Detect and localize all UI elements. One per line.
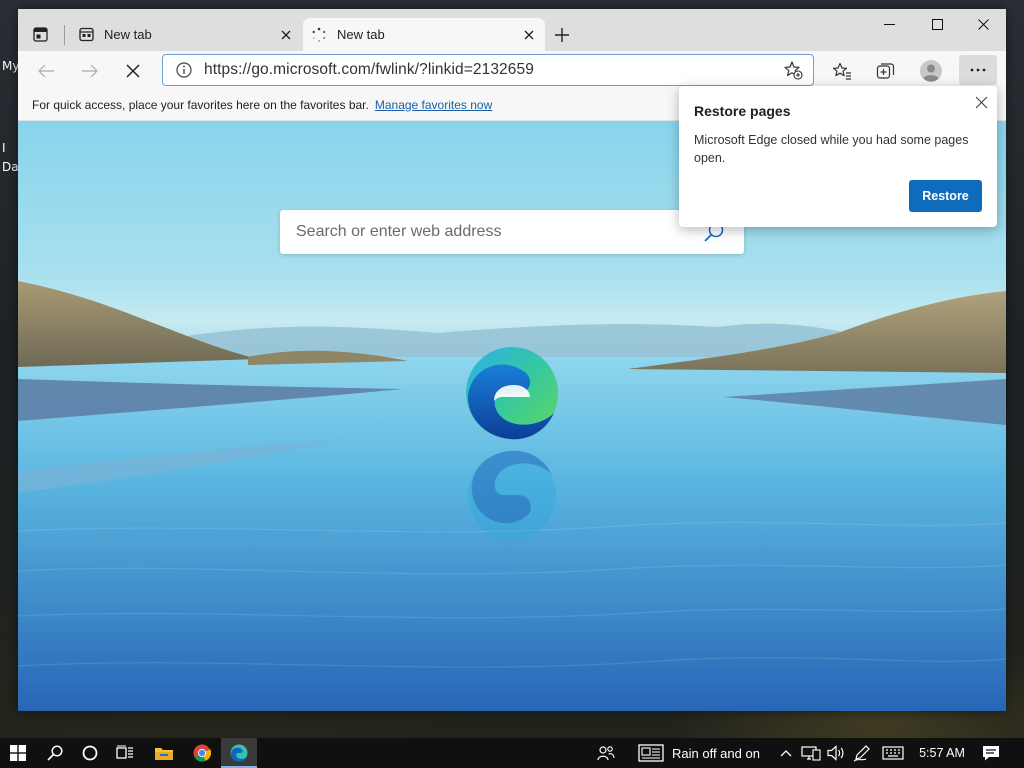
- tab-actions-button[interactable]: [30, 24, 50, 44]
- close-window-button[interactable]: [960, 9, 1006, 39]
- volume-button[interactable]: [824, 738, 848, 768]
- clock-button[interactable]: 5:57 AM: [912, 738, 972, 768]
- tab-actions-icon: [32, 26, 48, 42]
- new-tab-page-icon: [78, 27, 94, 43]
- forward-arrow-icon: [82, 64, 98, 78]
- chevron-up-icon: [780, 750, 792, 757]
- dialog-title: Restore pages: [694, 103, 791, 119]
- maximize-icon: [931, 18, 943, 30]
- favorites-bar-message: For quick access, place your favorites h…: [32, 97, 369, 112]
- cortana-button[interactable]: [73, 738, 107, 768]
- pen-icon: [853, 745, 870, 762]
- favorites-list-icon: [832, 62, 851, 80]
- edge-icon: [230, 744, 248, 762]
- avatar-icon: [920, 60, 942, 82]
- people-icon: [597, 746, 615, 761]
- toolbar: https://go.microsoft.com/fwlink/?linkid=…: [18, 51, 1006, 89]
- address-bar[interactable]: https://go.microsoft.com/fwlink/?linkid=…: [162, 54, 814, 86]
- taskbar-search-button[interactable]: [38, 738, 72, 768]
- network-icon: [801, 746, 821, 761]
- pen-workspace-button[interactable]: [850, 738, 874, 768]
- more-dots-icon: [970, 68, 986, 72]
- task-view-icon: [116, 745, 133, 759]
- file-explorer-icon: [155, 748, 173, 760]
- tab-label: New tab: [337, 27, 385, 42]
- collections-button[interactable]: [870, 55, 902, 87]
- loading-spinner-icon: [311, 27, 327, 43]
- dialog-message: Microsoft Edge closed while you had some…: [694, 133, 969, 165]
- desktop-icon-label[interactable]: I: [2, 141, 6, 155]
- start-icon: [10, 745, 26, 761]
- tab-close-button[interactable]: [517, 23, 541, 47]
- network-button[interactable]: [798, 738, 824, 768]
- taskbar: Rain off and on 5:57 AM: [0, 738, 1024, 768]
- desktop-icon-label[interactable]: Da: [2, 160, 19, 174]
- tab-close-button[interactable]: [274, 23, 298, 47]
- restore-button[interactable]: Restore: [909, 180, 982, 212]
- tab-new-tab-2[interactable]: New tab: [303, 18, 545, 51]
- minimize-button[interactable]: [866, 9, 912, 39]
- stop-icon: [126, 64, 140, 78]
- dialog-close-button[interactable]: [971, 92, 991, 112]
- settings-more-button[interactable]: [959, 55, 997, 85]
- collections-icon: [876, 63, 895, 79]
- people-button[interactable]: [594, 738, 618, 768]
- add-favorite-button[interactable]: [779, 56, 807, 84]
- close-icon: [281, 30, 291, 39]
- plus-icon: [555, 28, 569, 42]
- action-center-button[interactable]: [978, 738, 1004, 768]
- site-info-icon[interactable]: [175, 61, 193, 79]
- desktop-icon-label[interactable]: My: [2, 59, 19, 73]
- back-button[interactable]: [30, 55, 62, 87]
- notification-icon: [983, 746, 999, 761]
- search-box[interactable]: [280, 210, 744, 254]
- keyboard-icon: [882, 746, 904, 760]
- search-input[interactable]: [280, 223, 694, 241]
- tab-strip: New tab New tab: [18, 9, 1006, 51]
- minimize-icon: [883, 23, 895, 25]
- manage-favorites-link[interactable]: Manage favorites now: [375, 98, 492, 112]
- touch-keyboard-button[interactable]: [878, 738, 908, 768]
- edge-button[interactable]: [221, 738, 257, 768]
- address-url[interactable]: https://go.microsoft.com/fwlink/?linkid=…: [204, 61, 779, 79]
- tab-new-tab-1[interactable]: New tab: [70, 18, 302, 51]
- start-button[interactable]: [0, 738, 36, 768]
- close-icon: [977, 18, 989, 30]
- cortana-icon: [82, 745, 98, 761]
- chrome-icon: [193, 744, 211, 762]
- file-explorer-button[interactable]: [146, 738, 182, 768]
- chrome-button[interactable]: [184, 738, 220, 768]
- close-icon: [524, 30, 534, 39]
- clock-time: 5:57 AM: [919, 746, 965, 760]
- weather-widget[interactable]: Rain off and on: [638, 738, 770, 768]
- maximize-button[interactable]: [914, 9, 960, 39]
- show-hidden-icons-button[interactable]: [776, 738, 796, 768]
- tab-label: New tab: [104, 27, 152, 42]
- profile-button[interactable]: [915, 55, 947, 87]
- volume-icon: [827, 745, 844, 761]
- task-view-button[interactable]: [108, 738, 142, 768]
- close-icon: [975, 96, 987, 108]
- edge-window: New tab New tab https://go.microsoft.com…: [18, 9, 1006, 711]
- tab-separator: [64, 25, 65, 45]
- new-tab-button[interactable]: [548, 22, 576, 48]
- weather-text: Rain off and on: [672, 745, 760, 761]
- back-arrow-icon: [38, 64, 54, 78]
- stop-loading-button[interactable]: [117, 55, 149, 87]
- search-icon: [47, 745, 63, 761]
- edge-logo-reflection-icon: [468, 450, 556, 539]
- restore-pages-dialog: Restore pages Microsoft Edge closed whil…: [679, 86, 997, 227]
- favorites-button[interactable]: [826, 55, 858, 87]
- forward-button[interactable]: [74, 55, 106, 87]
- star-add-icon: [784, 61, 803, 80]
- edge-logo-icon: [466, 347, 558, 440]
- news-weather-icon: [638, 744, 664, 762]
